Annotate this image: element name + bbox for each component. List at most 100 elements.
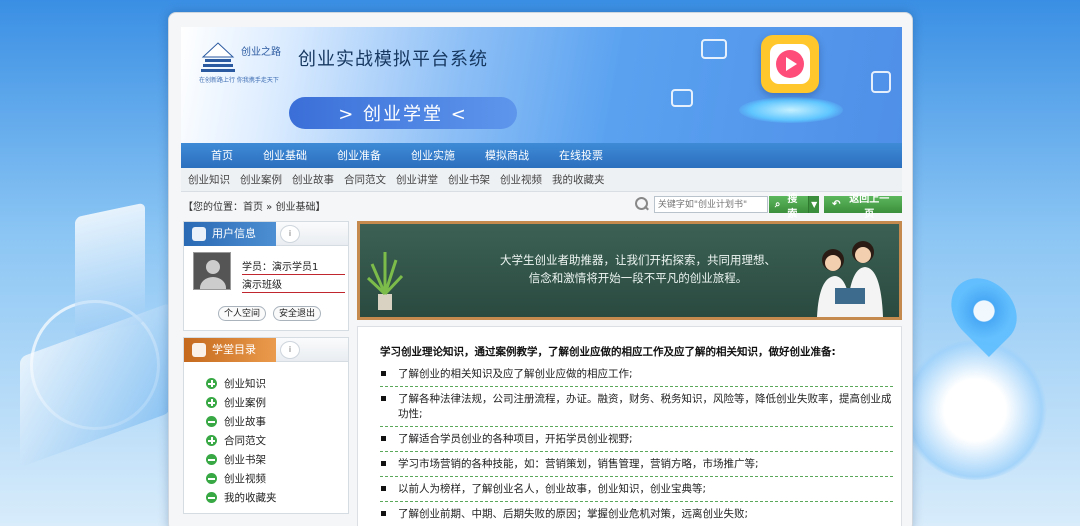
main-nav: 首页 创业基础 创业准备 创业实施 模拟商战 在线投票 xyxy=(181,143,902,168)
minus-circle-icon xyxy=(206,416,217,427)
course-item-label: 创业故事 xyxy=(224,416,266,428)
student-name: 学员：演示学员1 xyxy=(242,258,345,275)
avatar xyxy=(193,252,231,290)
logout-button[interactable]: 安全退出 xyxy=(273,306,322,321)
subnav-item-contracts[interactable]: 合同范文 xyxy=(339,168,391,191)
search-bar: ⌕ 搜索 ▼ ↶ 返回上一页 xyxy=(633,194,902,220)
info-icon: i xyxy=(280,225,300,243)
breadcrumb-bar: 【您的位置：首页 » 创业基础】 ⌕ 搜索 ▼ ↶ 返回上一页 xyxy=(181,192,902,220)
back-button[interactable]: ↶ 返回上一页 xyxy=(824,194,902,220)
personal-space-button[interactable]: 个人空间 xyxy=(218,306,267,321)
search-button[interactable]: ⌕ 搜索 xyxy=(768,194,809,220)
course-item-bookshelf[interactable]: 创业书架 xyxy=(206,450,348,469)
minus-circle-icon xyxy=(206,454,217,465)
list-item: 以前人为榜样，了解创业名人，创业故事，创业知识，创业宝典等; xyxy=(380,482,893,502)
background-platform-decoration xyxy=(20,302,170,468)
site-title: 创业实战模拟平台系统 xyxy=(298,49,488,70)
subnav-item-cases[interactable]: 创业案例 xyxy=(235,168,287,191)
minus-circle-icon xyxy=(206,492,217,503)
breadcrumb: 【您的位置：首页 » 创业基础】 xyxy=(183,202,326,213)
content-lead: 学习创业理论知识，通过案例教学，了解创业应做的相应工作及应了解的相关知识，做好创… xyxy=(380,346,836,358)
hero-slogan: 大学生创业者助推器，让我们开拓探索，共同用理想、 信念和激情将开始一段不平凡的创… xyxy=(468,251,808,287)
course-directory-panel: 学堂目录 i 创业知识 创业案例 创业故事 合同范文 创业书架 创业视频 我的收… xyxy=(183,337,349,514)
sub-nav: 创业知识 创业案例 创业故事 合同范文 创业讲堂 创业书架 创业视频 我的收藏夹 xyxy=(181,168,902,192)
chalkboard-banner: 大学生创业者助推器，让我们开拓探索，共同用理想、 信念和激情将开始一段不平凡的创… xyxy=(357,221,902,320)
list-item: 了解创业的相关知识及应了解创业应做的相应工作; xyxy=(380,367,893,387)
media-icon xyxy=(671,89,693,107)
list-item: 了解适合学员创业的各种项目，开拓学员创业视野; xyxy=(380,432,893,452)
course-item-stories[interactable]: 创业故事 xyxy=(206,412,348,431)
back-arrow-icon: ↶ xyxy=(832,199,841,210)
course-item-label: 我的收藏夹 xyxy=(224,492,277,504)
content-list: 了解创业的相关知识及应了解创业应做的相应工作; 了解各种法律法规，公司注册流程，… xyxy=(380,367,893,526)
list-item: 了解各种法律法规，公司注册流程，办证。融资，财务、税务知识，风险等，降低创业失败… xyxy=(380,392,893,427)
nav-item-simulation[interactable]: 模拟商战 xyxy=(470,143,544,168)
header-banner: 创业之路 在创新路上行 你我携手走天下 创业实战模拟平台系统 > 创业学堂 < xyxy=(181,27,902,143)
logo-mark-icon xyxy=(201,42,235,72)
nav-item-home[interactable]: 首页 xyxy=(196,143,248,168)
user-info-title: 用户信息 xyxy=(212,227,256,240)
hero-line-2: 信念和激情将开始一段不平凡的创业旅程。 xyxy=(528,271,748,285)
course-item-label: 合同范文 xyxy=(224,435,266,447)
course-item-label: 创业案例 xyxy=(224,397,266,409)
section-title: > 创业学堂 < xyxy=(289,97,517,129)
film-icon xyxy=(701,39,727,59)
subnav-item-lectures[interactable]: 创业讲堂 xyxy=(391,168,443,191)
plus-circle-icon xyxy=(206,378,217,389)
course-item-label: 创业书架 xyxy=(224,454,266,466)
site-logo[interactable]: 创业之路 在创新路上行 你我携手走天下 xyxy=(199,39,299,84)
content-panel: 学习创业理论知识，通过案例教学，了解创业应做的相应工作及应了解的相关知识，做好创… xyxy=(357,326,902,526)
sidebar: 用户信息 i 学员：演示学员1 演示班级 个人空间 安全退出 学堂目录 i 创业… xyxy=(183,221,349,520)
list-item: 了解创业前期、中期、后期失败的原因；掌握创业危机对策，远离创业失败; xyxy=(380,507,893,526)
subnav-item-favorites[interactable]: 我的收藏夹 xyxy=(547,168,610,191)
logo-tagline: 在创新路上行 你我携手走天下 xyxy=(199,77,279,84)
info-icon: i xyxy=(280,341,300,359)
user-info-tab: 用户信息 xyxy=(184,222,276,246)
search-icon xyxy=(633,196,651,214)
user-info-header: 用户信息 i xyxy=(184,222,348,246)
background-disc-decoration xyxy=(900,340,1050,480)
class-name: 演示班级 xyxy=(242,276,345,293)
course-directory-title: 学堂目录 xyxy=(212,343,256,356)
subnav-item-knowledge[interactable]: 创业知识 xyxy=(183,168,235,191)
hero-line-1: 大学生创业者助推器，让我们开拓探索，共同用理想、 xyxy=(500,253,776,267)
course-item-favorites[interactable]: 我的收藏夹 xyxy=(206,488,348,507)
subnav-item-bookshelf[interactable]: 创业书架 xyxy=(443,168,495,191)
background-ring-decoration xyxy=(30,300,160,430)
chevron-down-icon[interactable]: ▼ xyxy=(808,196,820,213)
list-item: 学习市场营销的各种技能，如：营销策划，销售管理，营销方略，市场推广等; xyxy=(380,457,893,477)
course-directory-tab: 学堂目录 xyxy=(184,338,276,362)
course-item-cases[interactable]: 创业案例 xyxy=(206,393,348,412)
nav-item-basics[interactable]: 创业基础 xyxy=(248,143,322,168)
course-item-label: 创业视频 xyxy=(224,473,266,485)
course-item-contracts[interactable]: 合同范文 xyxy=(206,431,348,450)
nav-item-voting[interactable]: 在线投票 xyxy=(544,143,618,168)
video-file-icon xyxy=(871,71,891,93)
plus-circle-icon xyxy=(206,397,217,408)
course-item-videos[interactable]: 创业视频 xyxy=(206,469,348,488)
video-play-icon xyxy=(761,35,819,93)
minus-circle-icon xyxy=(206,473,217,484)
nav-item-implementation[interactable]: 创业实施 xyxy=(396,143,470,168)
students-illustration xyxy=(817,241,883,317)
subnav-item-videos[interactable]: 创业视频 xyxy=(495,168,547,191)
background-card-decoration xyxy=(75,202,145,338)
user-icon xyxy=(192,227,206,241)
course-directory-header: 学堂目录 i xyxy=(184,338,348,362)
user-info-panel: 用户信息 i 学员：演示学员1 演示班级 个人空间 安全退出 xyxy=(183,221,349,331)
subnav-item-stories[interactable]: 创业故事 xyxy=(287,168,339,191)
search-button-icon: ⌕ xyxy=(774,199,781,210)
logo-name: 创业之路 xyxy=(241,47,281,58)
plant-icon xyxy=(366,252,404,310)
graduation-cap-icon xyxy=(192,343,206,357)
course-item-knowledge[interactable]: 创业知识 xyxy=(206,374,348,393)
back-button-label: 返回上一页 xyxy=(849,193,890,220)
search-input[interactable] xyxy=(653,196,768,213)
search-button-label: 搜索 xyxy=(787,193,798,220)
main-content: 大学生创业者助推器，让我们开拓探索，共同用理想、 信念和激情将开始一段不平凡的创… xyxy=(357,221,902,526)
hologram-platform xyxy=(739,97,843,123)
page-container: 创业之路 在创新路上行 你我携手走天下 创业实战模拟平台系统 > 创业学堂 < … xyxy=(181,27,902,220)
browser-frame: 创业之路 在创新路上行 你我携手走天下 创业实战模拟平台系统 > 创业学堂 < … xyxy=(168,12,913,526)
course-item-label: 创业知识 xyxy=(224,378,266,390)
nav-item-preparation[interactable]: 创业准备 xyxy=(322,143,396,168)
